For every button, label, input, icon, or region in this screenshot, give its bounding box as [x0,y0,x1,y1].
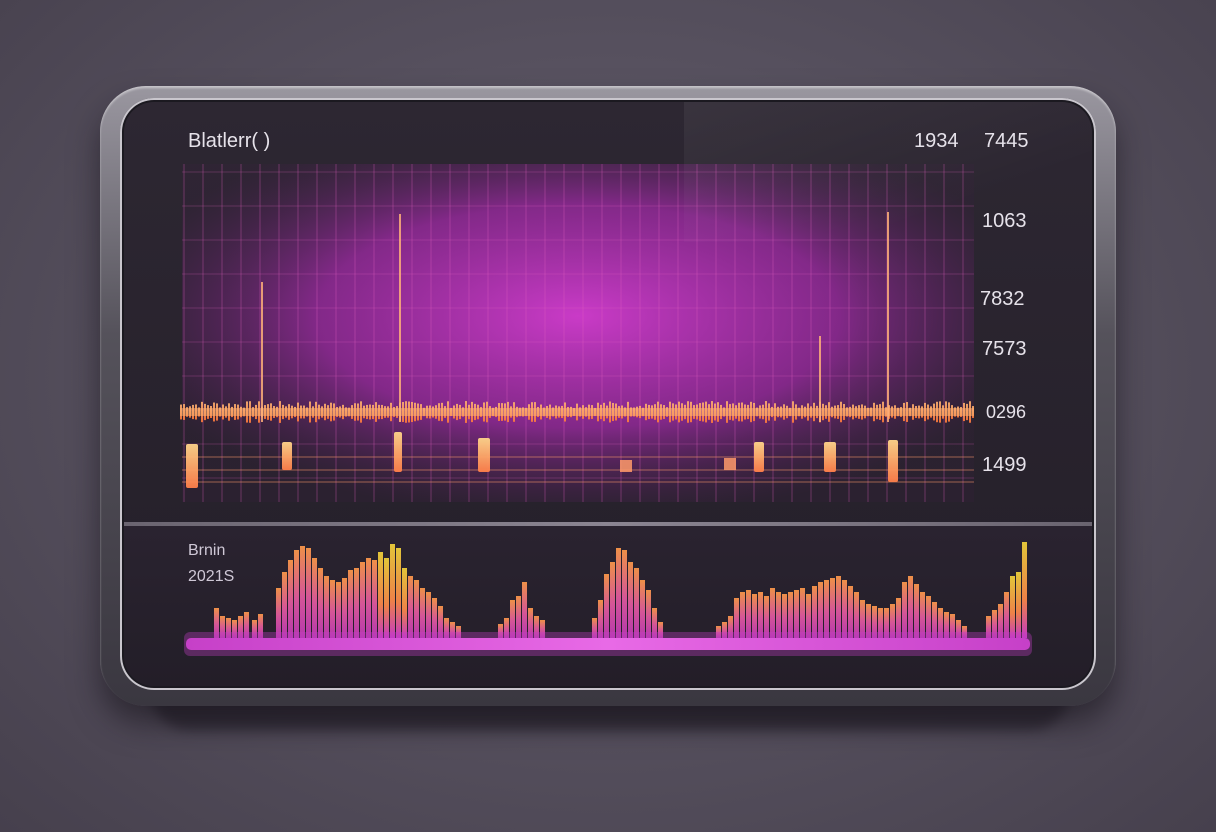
right-value-3: 7573 [982,338,1027,360]
spectrum-bar [914,584,919,638]
marker-pill [754,442,764,472]
spectrum-bar [640,580,645,638]
spectrum-bar [306,548,311,638]
spectrum-bar [740,592,745,638]
spectrum-bar [782,594,787,638]
spectrum-bar [842,580,847,638]
spectrum-bar [836,576,841,638]
spectrum-bar [294,550,299,638]
spectrum-bar [342,578,347,638]
spectrum-bar [378,552,383,638]
spectrum-bar [336,582,341,638]
spectrum-bar [770,588,775,638]
spectrum-bar [610,562,615,638]
spectrum-bar [420,588,425,638]
marker-pill [478,438,490,472]
spectrum-bar [800,588,805,638]
spectrum-bar [324,576,329,638]
chart-title: Blatlerr( ) [188,130,271,152]
spectrum-bar [908,576,913,638]
spectrum-bar [408,576,413,638]
screen: Blatlerr( ) 1934 7445 1063 7832 7573 029… [124,102,1092,686]
spectrum-bar [776,592,781,638]
right-value-1: 1063 [982,210,1027,232]
spectrum-bar [634,568,639,638]
spectrum-bar [1004,592,1009,638]
marker-pill [282,442,292,470]
spectrum-bars [214,542,1027,638]
spectrum-bar [402,568,407,638]
spectrum-bar [390,544,395,638]
spectrum-bar [348,570,353,638]
spectrum-bar [646,590,651,638]
spectrum-bar [902,582,907,638]
marker-pill [394,432,402,472]
spectrum-bar [788,592,793,638]
header-value-2: 7445 [984,130,1029,152]
bottom-sub-label: 2021S [188,568,235,585]
spectrum-baseline [186,638,1030,650]
spectrum-bar [366,558,371,638]
spectrum-bar [818,582,823,638]
header-value-1: 1934 [914,130,959,152]
spectrum-bar [848,586,853,638]
marker-pill [888,440,898,482]
marker-tick [620,460,632,472]
spectrum-bar [384,558,389,638]
waveform-chart [180,164,974,502]
marker-pill [824,442,836,472]
right-value-4: 0296 [986,402,1027,422]
spectrum-bar [794,590,799,638]
spectrum-bar [1010,576,1015,638]
wave-center-band [180,408,974,416]
spectrum-bar [746,590,751,638]
spectrum-bar [288,560,293,638]
spectrum-bar [276,588,281,638]
spectrum-bar [628,562,633,638]
bottom-label: Brnin [188,542,226,559]
spectrum-bar [752,594,757,638]
bottom-panel: Brnin 2021S [124,526,1092,686]
spectrum-bar [812,586,817,638]
spectrum-bar [806,594,811,638]
spectrum-bar [764,596,769,638]
right-value-5: 1499 [982,454,1027,476]
spectrum-bar [354,568,359,638]
spectrum-bar [830,578,835,638]
spectrum-bar [926,596,931,638]
chart-glow [182,164,974,502]
spectrum-bar [414,580,419,638]
marker-pill [186,444,198,488]
spectrum-bar [622,550,627,638]
spectrum-bar [396,548,401,638]
spectrum-bar [604,574,609,638]
spectrum-bar [372,560,377,638]
spectrum-bar [920,592,925,638]
spectrum-bar [522,582,527,638]
spectrum-bar [516,596,521,638]
spectrum-bar [824,580,829,638]
spectrum-bar [360,562,365,638]
spectrum-bar [854,592,859,638]
spectrum-bar [758,592,763,638]
spectrum-bar [330,580,335,638]
right-value-2: 7832 [980,288,1025,310]
marker-tick [724,458,736,470]
spectrum-bar [282,572,287,638]
spectrum-bar [1016,572,1021,638]
spectrum-bar [1022,542,1027,638]
spectrum-bar [426,592,431,638]
spectrum-chart [184,542,1032,656]
spectrum-bar [312,558,317,638]
spectrum-bar [616,548,621,638]
spectrum-bar [300,546,305,638]
spectrum-bar [318,568,323,638]
